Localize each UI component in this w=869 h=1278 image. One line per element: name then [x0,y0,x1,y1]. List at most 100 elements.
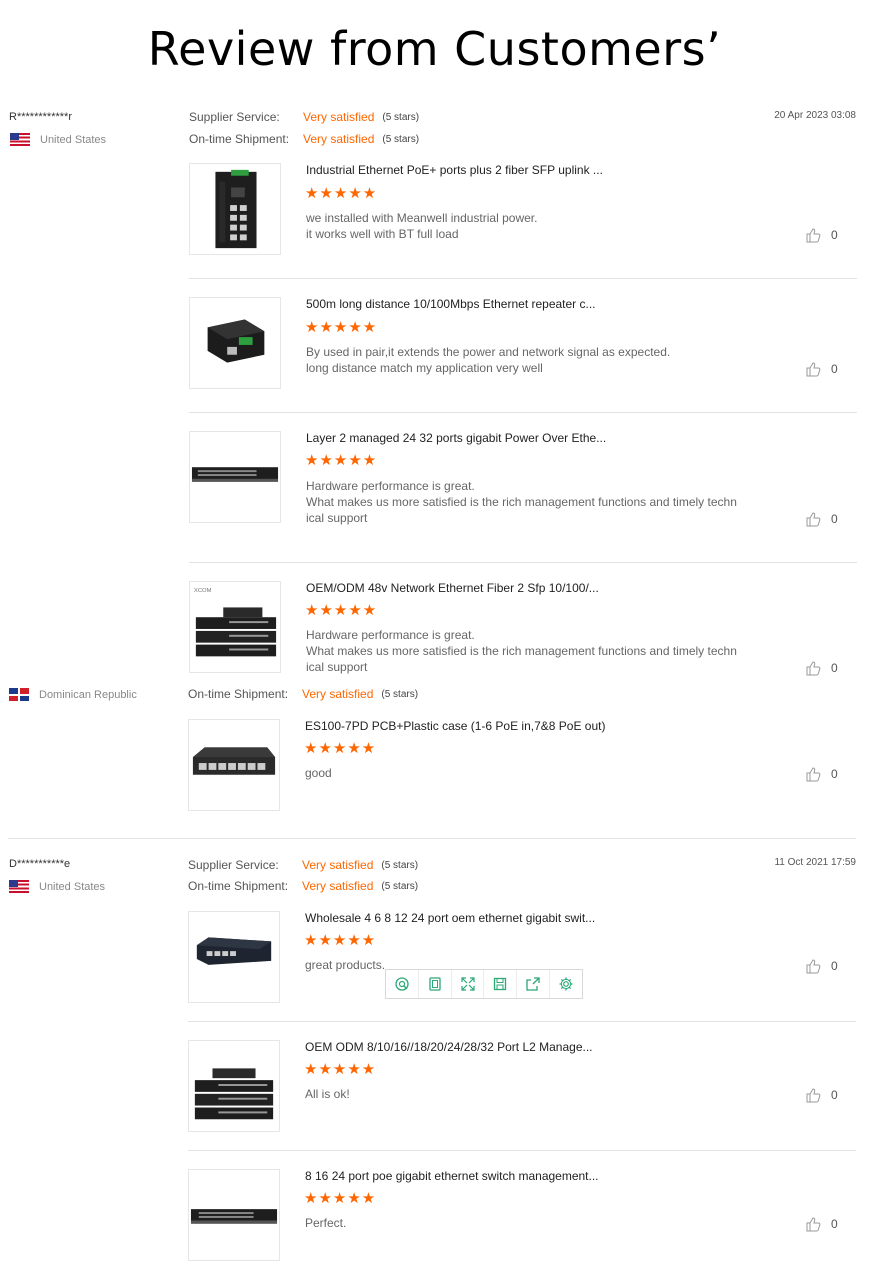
star-rating: ★★★★★ [305,319,378,336]
product-image[interactable] [188,1040,280,1132]
expand-button[interactable] [452,970,485,998]
review-comment: Perfect. [305,1216,347,1230]
copy-icon [429,977,441,991]
divider [188,1150,856,1151]
us-flag-icon [9,880,29,893]
like-button[interactable]: 0 [805,1216,838,1232]
page-title: Review from Customers’ [147,22,722,76]
product-image[interactable] [188,1169,280,1261]
copy-button[interactable] [419,970,452,998]
review-date: 20 Apr 2023 03:08 [774,110,856,121]
reviewer-name: R************r [9,111,72,123]
shipment-rating: On-time Shipment: Very satisfied (5 star… [188,879,419,893]
review-comment: Hardware performance is great. What make… [306,479,737,525]
small-switch-icon [196,937,272,965]
star-rating: ★★★★★ [305,602,378,619]
floating-toolbar [385,969,583,999]
review-comment: By used in pair,it extends the power and… [306,345,671,375]
product-image[interactable]: XCOM [189,581,281,673]
search-icon [395,977,409,991]
product-title[interactable]: Wholesale 4 6 8 12 24 port oem ethernet … [305,911,595,925]
like-button[interactable]: 0 [805,660,838,676]
like-button[interactable]: 0 [805,766,838,782]
divider [189,278,857,279]
thumbs-up-icon [806,1217,821,1232]
desktop-switch-icon [192,747,276,775]
product-image[interactable] [189,163,281,255]
review-comment: All is ok! [305,1087,350,1101]
like-button[interactable]: 0 [805,958,838,974]
save-icon [494,977,507,991]
thumbs-up-icon [806,512,821,527]
rack-switch-icon [190,1209,278,1224]
settings-icon [559,977,573,991]
product-image[interactable] [189,431,281,523]
us-flag-icon [10,133,30,146]
settings-button[interactable] [550,970,582,998]
star-rating: ★★★★★ [305,185,378,202]
thumbs-up-icon [806,1088,821,1103]
thumbs-up-icon [806,228,821,243]
reviewer-name: D***********e [9,858,71,870]
like-count: 0 [831,228,838,242]
like-count: 0 [831,362,838,376]
product-title[interactable]: ES100-7PD PCB+Plastic case (1-6 PoE in,7… [305,719,606,733]
reviewer-country: United States [10,133,106,146]
supplier-service-rating: Supplier Service: Very satisfied (5 star… [189,110,420,124]
review-comment: we installed with Meanwell industrial po… [306,211,538,241]
thumbs-up-icon [806,767,821,782]
like-button[interactable]: 0 [805,227,838,243]
thumbs-up-icon [806,661,821,676]
like-button[interactable]: 0 [805,1087,838,1103]
review-comment: good [305,766,332,780]
industrial-switch-icon [215,169,257,249]
reviewer-country: United States [9,880,105,893]
expand-icon [460,977,475,991]
like-button[interactable]: 0 [805,361,838,377]
dominican-flag-icon [9,688,29,701]
save-button[interactable] [484,970,518,998]
repeater-icon [207,319,265,363]
like-button[interactable]: 0 [805,511,838,527]
country-label: United States [40,133,107,146]
stacked-switches-icon: XCOM [194,588,277,657]
product-title[interactable]: Layer 2 managed 24 32 ports gigabit Powe… [306,431,606,445]
shipment-rating: On-time Shipment: Very satisfied (5 star… [189,132,420,146]
product-title[interactable]: OEM/ODM 48v Network Ethernet Fiber 2 Sfp… [306,581,599,595]
product-title[interactable]: 8 16 24 port poe gigabit ethernet switch… [305,1169,599,1183]
rack-switch-icon [191,467,279,482]
divider [189,412,857,413]
share-icon [526,977,540,991]
review-comment: Hardware performance is great. What make… [306,628,737,674]
supplier-service-rating: Supplier Service: Very satisfied (5 star… [188,858,419,872]
product-image[interactable] [189,297,281,389]
product-title[interactable]: OEM ODM 8/10/16//18/20/24/28/32 Port L2 … [305,1040,593,1054]
country-label: Dominican Republic [39,688,137,701]
country-label: United States [39,880,106,893]
product-title[interactable]: Industrial Ethernet PoE+ ports plus 2 fi… [306,163,603,177]
search-button[interactable] [386,970,419,998]
shipment-rating: On-time Shipment: Very satisfied (5 star… [188,687,419,701]
like-count: 0 [831,767,838,781]
star-rating: ★★★★★ [304,932,377,949]
like-count: 0 [831,661,838,675]
share-button[interactable] [517,970,551,998]
brand-logo-text: XCOM [194,588,212,594]
product-image[interactable] [188,719,280,811]
divider [188,1021,856,1022]
star-rating: ★★★★★ [304,740,377,757]
product-image[interactable] [188,911,280,1003]
stacked-switches-icon [194,1068,274,1120]
review-date: 11 Oct 2021 17:59 [774,857,856,868]
star-rating: ★★★★★ [304,1190,377,1207]
star-rating: ★★★★★ [304,1061,377,1078]
like-count: 0 [831,959,838,973]
product-title[interactable]: 500m long distance 10/100Mbps Ethernet r… [306,297,596,311]
like-count: 0 [831,1088,838,1102]
star-rating: ★★★★★ [305,452,378,469]
reviewer-country: Dominican Republic [9,688,137,701]
like-count: 0 [831,1217,838,1231]
thumbs-up-icon [806,959,821,974]
thumbs-up-icon [806,362,821,377]
like-count: 0 [831,512,838,526]
